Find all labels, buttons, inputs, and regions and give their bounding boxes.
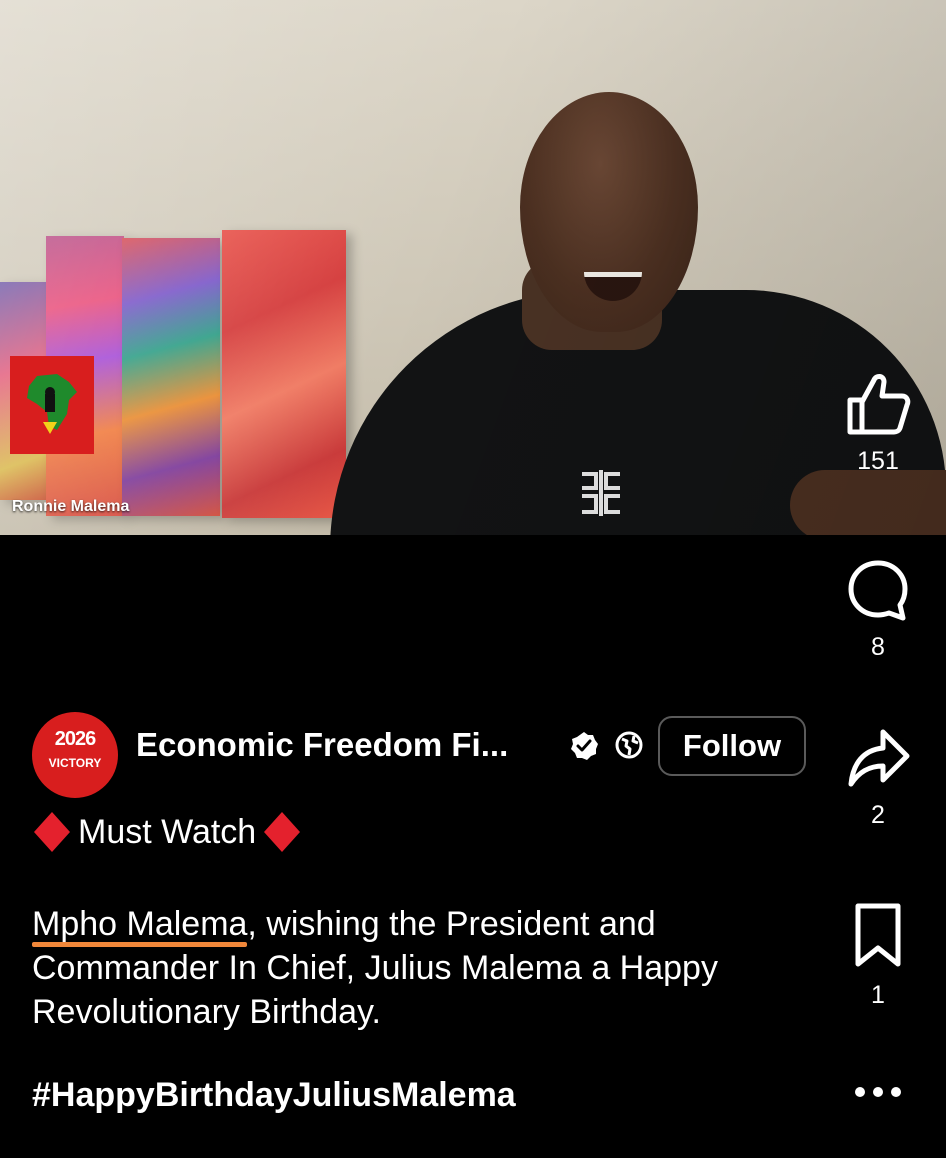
hashtag-link[interactable]: #HappyBirthdayJuliusMalema — [32, 1076, 516, 1115]
comment-button[interactable]: 8 — [830, 558, 926, 662]
author-avatar[interactable]: 2026 VICTORY — [32, 712, 118, 798]
red-diamond-icon — [34, 812, 70, 852]
thumbs-up-icon — [847, 374, 911, 435]
share-count: 2 — [871, 801, 885, 829]
user-mention-link[interactable]: Mpho Malema — [32, 905, 247, 943]
avatar-year: 2026 — [54, 728, 97, 750]
save-count: 1 — [871, 981, 885, 1009]
verified-badge-icon — [568, 730, 600, 767]
author-row: 2026 VICTORY Economic Freedom Fi... Foll… — [32, 712, 822, 798]
more-options-button[interactable] — [830, 1082, 926, 1107]
share-button[interactable]: 2 — [830, 726, 926, 830]
post-description: Mpho Malema, wishing the President and C… — [32, 902, 812, 1034]
globe-icon — [614, 730, 644, 765]
post-headline: Must Watch — [32, 810, 812, 854]
avatar-tagline: VICTORY — [48, 756, 102, 770]
like-count: 151 — [857, 447, 899, 475]
africa-map-icon — [27, 374, 77, 434]
comment-count: 8 — [871, 633, 885, 661]
bookmark-icon — [855, 903, 901, 967]
lighting-overlay — [0, 0, 946, 535]
follow-button[interactable]: Follow — [658, 716, 806, 776]
headline-text: Must Watch — [78, 812, 257, 851]
save-button[interactable]: 1 — [830, 900, 926, 1010]
more-dots-icon — [855, 1087, 901, 1097]
share-icon — [848, 729, 910, 787]
red-diamond-icon — [264, 812, 301, 852]
like-button[interactable]: 151 — [830, 370, 926, 476]
comment-icon — [848, 560, 908, 621]
participant-avatar-tile — [10, 356, 94, 454]
participant-name: Ronnie Malema — [12, 498, 130, 515]
author-name[interactable]: Economic Freedom Fi... — [136, 726, 508, 764]
video-player[interactable]: Ronnie Malema — [0, 0, 946, 535]
